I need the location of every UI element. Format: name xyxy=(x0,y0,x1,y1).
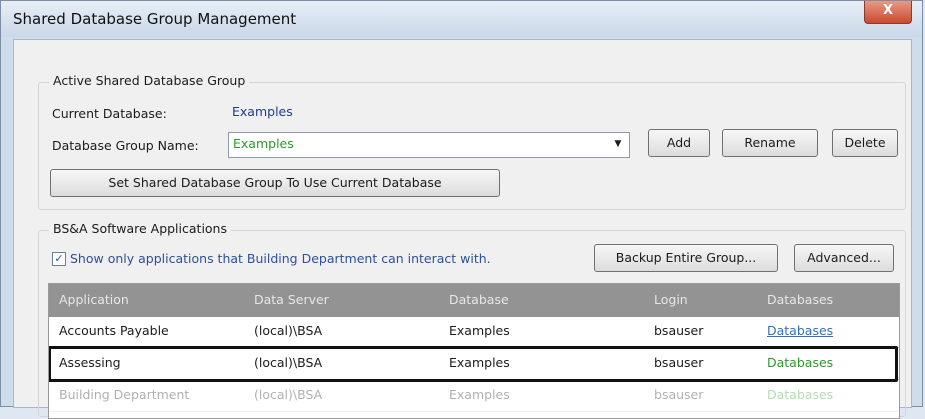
cell-database: Examples xyxy=(449,323,510,338)
table-header: Application Data Server Database Login D… xyxy=(49,284,899,317)
window-title: Shared Database Group Management xyxy=(13,10,297,28)
advanced-button[interactable]: Advanced... xyxy=(794,244,894,272)
cell-application: Building Department xyxy=(59,387,190,402)
cell-login: bsauser xyxy=(654,387,704,402)
cell-application: Accounts Payable xyxy=(59,323,169,338)
table-row[interactable]: Accounts Payable (local)\BSA Examples bs… xyxy=(49,317,899,348)
active-group-heading: Active Shared Database Group xyxy=(49,73,250,88)
cell-login: bsauser xyxy=(654,323,704,338)
dialog-window: Shared Database Group Management X Activ… xyxy=(0,0,923,419)
rename-button[interactable]: Rename xyxy=(722,129,818,157)
column-header-data-server[interactable]: Data Server xyxy=(254,292,329,307)
dialog-content: Active Shared Database Group Current Dat… xyxy=(13,39,912,419)
highlight-box xyxy=(49,346,898,382)
group-name-value: Examples xyxy=(233,136,294,151)
close-button[interactable]: X xyxy=(864,1,912,24)
current-database-label: Current Database: xyxy=(52,106,167,121)
column-header-databases[interactable]: Databases xyxy=(767,292,833,307)
add-button[interactable]: Add xyxy=(648,129,710,157)
title-bar: Shared Database Group Management X xyxy=(1,1,922,37)
applications-table: Application Data Server Database Login D… xyxy=(48,283,900,419)
group-name-label: Database Group Name: xyxy=(52,138,199,153)
backup-group-button[interactable]: Backup Entire Group... xyxy=(594,244,778,272)
column-header-login[interactable]: Login xyxy=(654,292,688,307)
column-header-application[interactable]: Application xyxy=(59,292,129,307)
cell-database: Examples xyxy=(449,387,510,402)
cell-data-server: (local)\BSA xyxy=(254,387,323,402)
filter-checkbox[interactable]: ✓ xyxy=(52,252,66,266)
table-row[interactable]: Building Department (local)\BSA Examples… xyxy=(49,381,899,412)
databases-link[interactable]: Databases xyxy=(767,323,833,338)
filter-label[interactable]: Show only applications that Building Dep… xyxy=(70,251,491,266)
chevron-down-icon[interactable]: ▼ xyxy=(609,136,627,153)
apps-heading: BS&A Software Applications xyxy=(49,221,231,236)
current-database-value: Examples xyxy=(232,104,293,119)
databases-link[interactable]: Databases xyxy=(767,387,833,402)
set-shared-group-button[interactable]: Set Shared Database Group To Use Current… xyxy=(50,169,500,197)
group-name-combo[interactable]: Examples ▼ xyxy=(228,132,630,158)
cell-data-server: (local)\BSA xyxy=(254,323,323,338)
delete-button[interactable]: Delete xyxy=(832,129,898,157)
column-header-database[interactable]: Database xyxy=(449,292,509,307)
